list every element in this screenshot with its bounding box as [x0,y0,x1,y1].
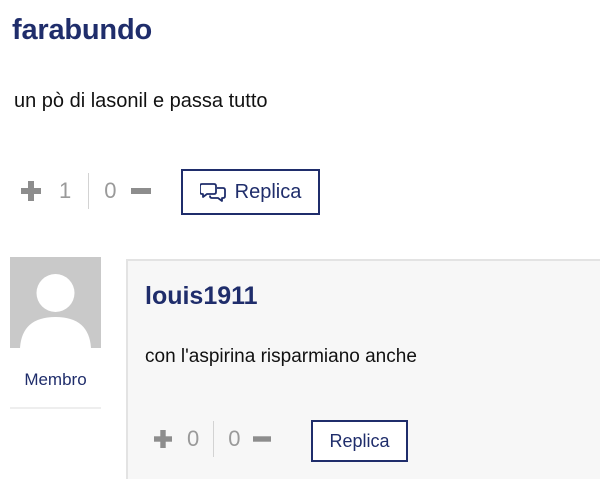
plus-icon[interactable] [153,429,173,449]
comment-text: un pò di lasonil e passa tutto [14,90,268,112]
vote-divider [88,173,90,209]
reply-button-label: Replica [329,430,390,451]
reply-author[interactable]: louis1911 [145,282,258,311]
upvote-count: 1 [59,178,72,203]
upvote-count: 0 [187,426,200,451]
comment-farabundo: farabundo un pò di lasonil e passa tutto… [0,0,600,233]
minus-icon[interactable] [130,180,152,202]
reply-vote-controls: 0 0 [153,420,272,458]
default-avatar-icon[interactable] [10,257,101,348]
downvote-count: 0 [228,426,241,451]
vote-divider [213,421,215,457]
chat-bubbles-icon [199,182,226,202]
reply-button[interactable]: Replica [311,420,408,462]
minus-icon[interactable] [252,429,272,449]
plus-icon[interactable] [20,180,42,202]
reply-text: con l'aspirina risparmiano anche [145,346,417,367]
reply-button[interactable]: Replica [181,169,320,215]
downvote-count: 0 [104,178,117,203]
comment-author[interactable]: farabundo [12,14,152,47]
vote-controls: 1 0 [20,172,152,210]
user-role-badge: Membro [24,370,87,389]
reply-button-label: Replica [234,180,302,203]
